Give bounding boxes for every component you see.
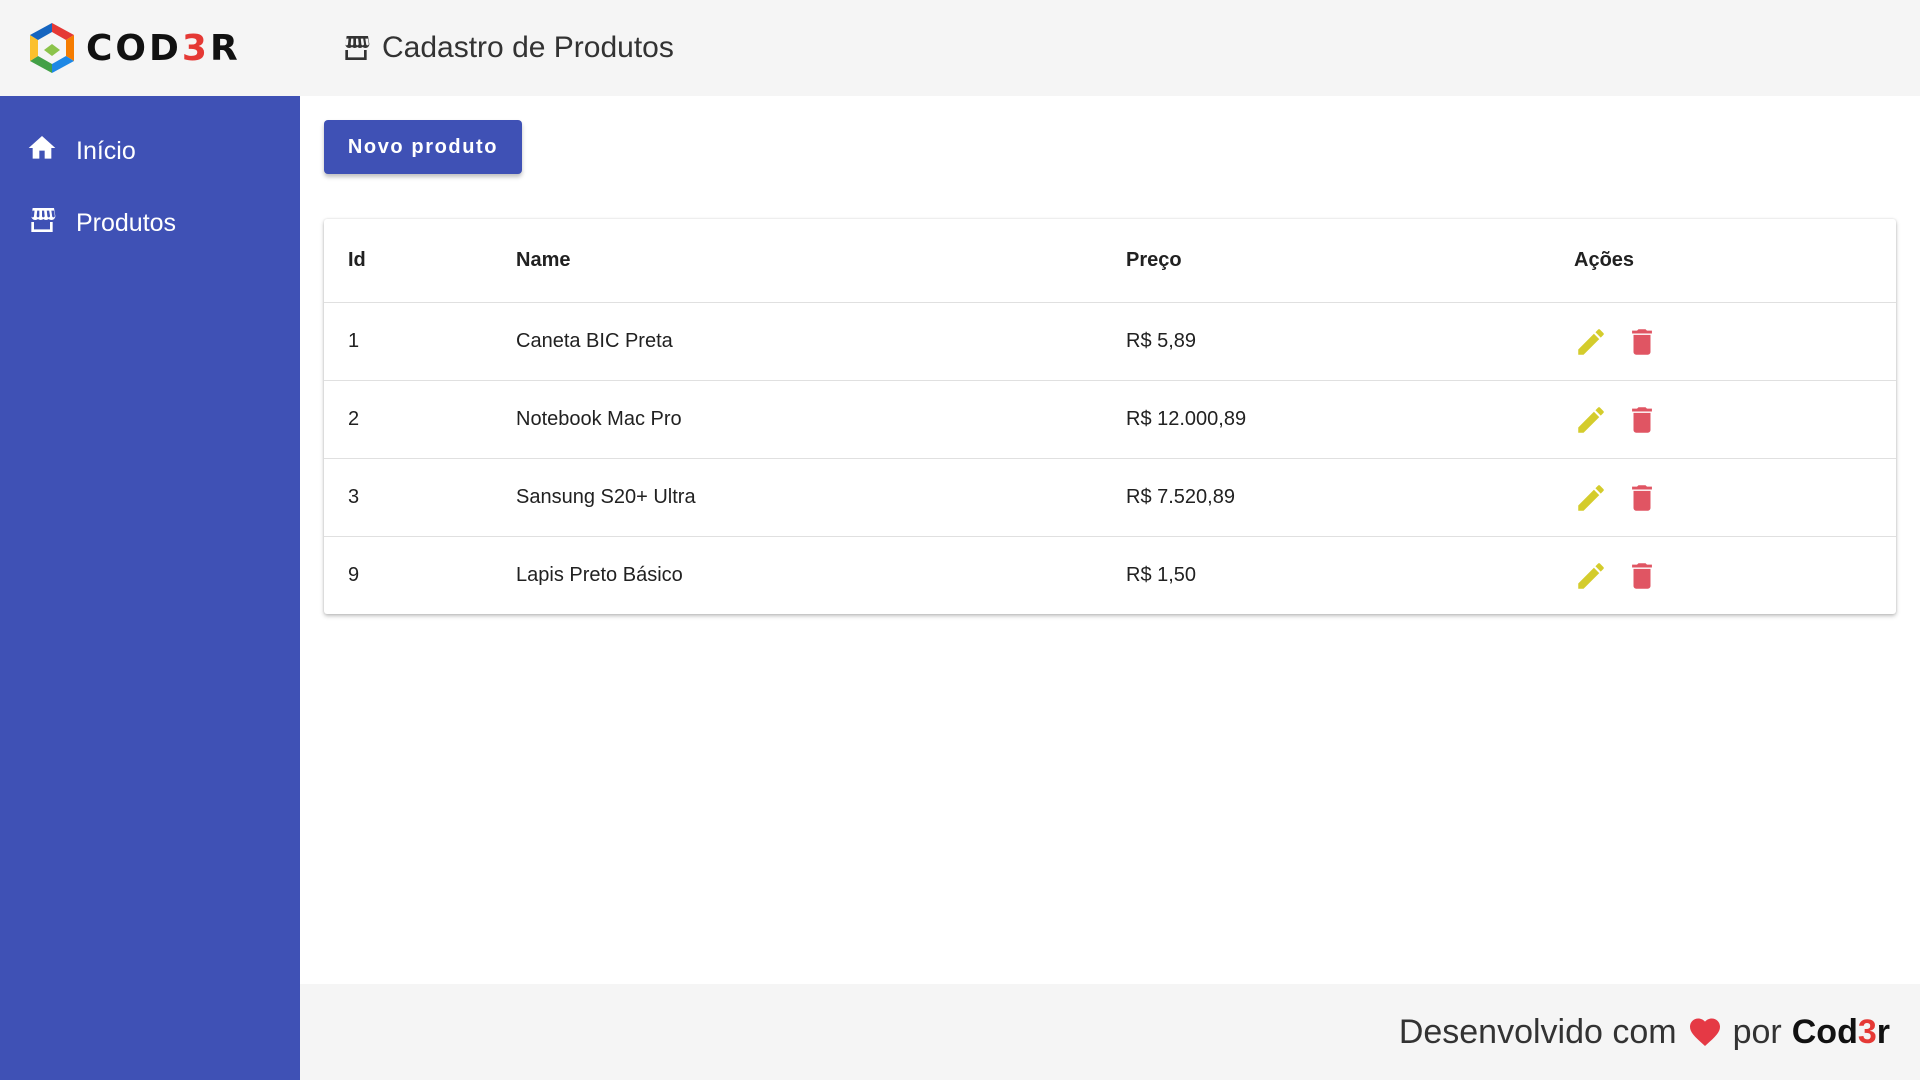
table-row: 1 Caneta BIC Preta R$ 5,89 (324, 302, 1896, 381)
column-header-actions: Ações (1550, 219, 1896, 303)
delete-trash-icon[interactable] (1625, 559, 1659, 593)
delete-trash-icon[interactable] (1625, 325, 1659, 359)
cell-name: Lapis Preto Básico (516, 564, 683, 586)
store-icon (30, 208, 56, 232)
cell-id: 3 (324, 458, 492, 537)
cube-logo-icon (30, 23, 74, 73)
products-table-card: Id Name Preço Ações 1 Caneta BIC Preta R… (324, 219, 1896, 614)
cell-actions (1550, 458, 1896, 537)
column-header-name: Name (492, 219, 1102, 303)
cell-actions (1550, 380, 1896, 459)
cell-id: 9 (348, 564, 360, 586)
app-footer: Desenvolvido com por Cod3r (300, 984, 1920, 1080)
table-row: 2 Notebook Mac Pro R$ 12.000,89 (324, 380, 1896, 459)
table-header-row: Id Name Preço Ações (324, 219, 1896, 303)
cell-name: Caneta BIC Preta (492, 302, 1102, 381)
page-title-group: Cadastro de Produtos (340, 31, 674, 65)
column-header-price: Preço (1102, 219, 1550, 303)
footer-brand: Cod3r (1791, 1012, 1890, 1051)
cell-price: R$ 5,89 (1102, 302, 1550, 381)
delete-trash-icon[interactable] (1625, 481, 1659, 515)
edit-pencil-icon[interactable] (1574, 481, 1608, 515)
sidebar-item-inicio[interactable]: Início (0, 112, 300, 184)
table-row: 9 Lapis Preto Básico R$ 1,50 (324, 537, 1896, 615)
table-row: 3 Sansung S20+ Ultra R$ 7.520,89 (324, 458, 1896, 537)
page-title: Cadastro de Produtos (382, 31, 674, 64)
footer-credit: Desenvolvido com por Cod3r (1399, 1013, 1890, 1052)
footer-by: por (1732, 1012, 1782, 1051)
sidebar-item-label: Início (76, 136, 136, 165)
products-table: Id Name Preço Ações 1 Caneta BIC Preta R… (324, 219, 1896, 614)
sidebar-item-label: Produtos (76, 208, 177, 237)
edit-pencil-icon[interactable] (1574, 403, 1608, 437)
cell-actions (1550, 302, 1896, 381)
main-content: Novo produto Id Name Preço Ações 1 Canet… (300, 96, 1920, 984)
new-product-button[interactable]: Novo produto (324, 120, 522, 174)
app-header: COD3R Cadastro de Produtos (0, 0, 1920, 96)
heart-icon (1689, 1018, 1720, 1047)
cell-price: R$ 12.000,89 (1102, 380, 1550, 459)
sidebar: Início Produtos (0, 96, 300, 1080)
edit-pencil-icon[interactable] (1574, 559, 1608, 593)
column-header-id: Id (324, 219, 492, 303)
sidebar-item-produtos[interactable]: Produtos (0, 184, 300, 256)
footer-text: Desenvolvido com (1398, 1012, 1677, 1051)
cell-name: Notebook Mac Pro (492, 380, 1102, 459)
cell-id: 2 (324, 380, 492, 459)
logo-text: COD3R (86, 27, 241, 69)
edit-pencil-icon[interactable] (1574, 325, 1608, 359)
store-icon (344, 36, 370, 60)
cell-price: R$ 1,50 (1126, 564, 1197, 586)
cell-price: R$ 7.520,89 (1102, 458, 1550, 537)
cell-id: 1 (324, 302, 492, 381)
home-icon (28, 136, 56, 159)
delete-trash-icon[interactable] (1625, 403, 1659, 437)
cell-name: Sansung S20+ Ultra (492, 458, 1102, 537)
cell-actions (1550, 537, 1896, 615)
brand-logo[interactable]: COD3R (24, 20, 300, 76)
